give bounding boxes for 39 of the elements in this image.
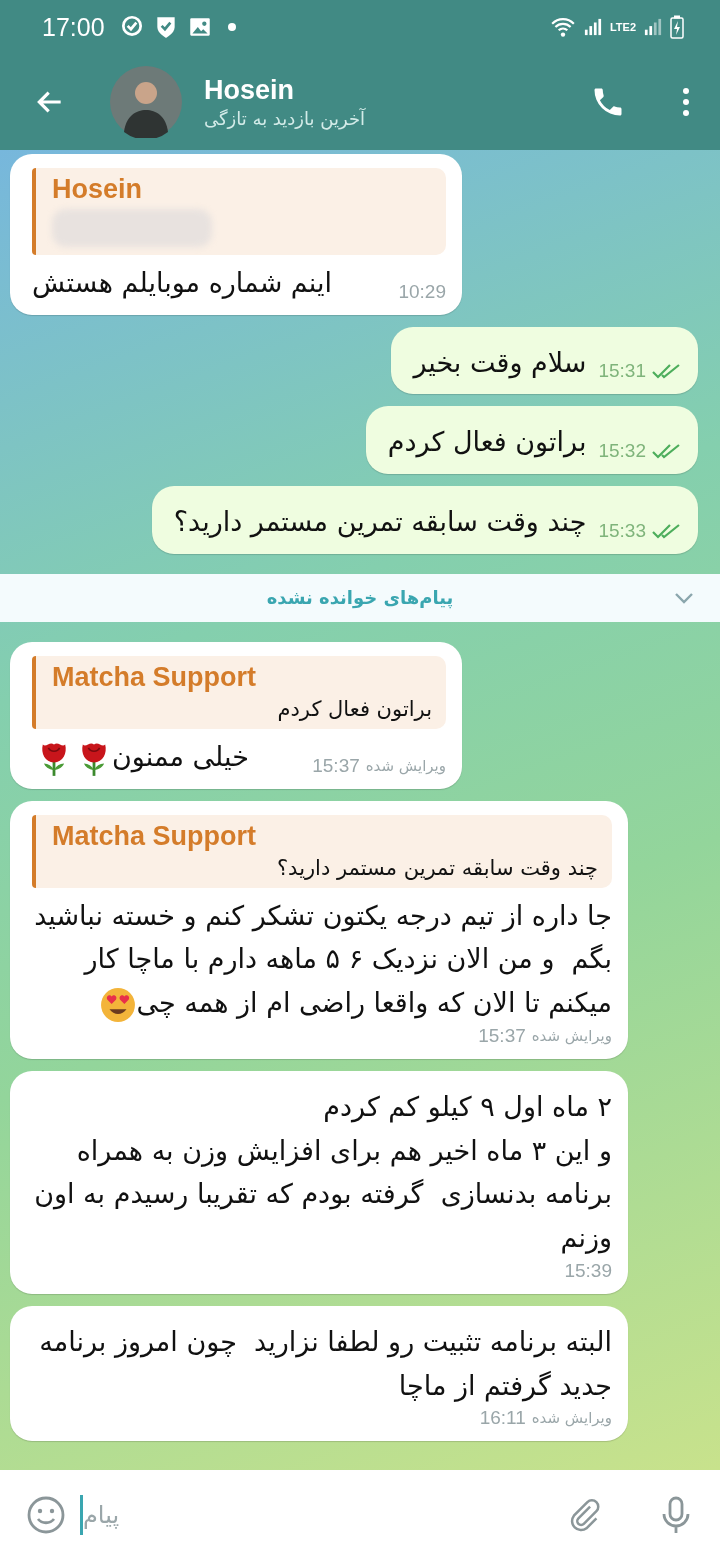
clock-time: 17:00 [42,12,105,42]
emoji-icon[interactable] [26,1495,66,1535]
message-time: 15:37 [312,754,360,777]
battery-icon [670,15,684,39]
signal-icon [583,18,602,36]
message-time: 15:37 [478,1024,526,1047]
last-seen-status: آخرین بازدید به تازگی [204,108,365,129]
edited-label: ویرایش شده [531,1409,612,1428]
reply-author: Hosein [52,174,144,205]
edited-label: ویرایش شده [365,756,446,775]
message-time: 15:31 [598,360,646,383]
message-text: چند وقت سابقه تمرین مستمر دارید؟ [173,505,587,540]
avatar[interactable] [110,66,182,138]
chevron-icon[interactable] [674,591,694,604]
message-text: خیلی ممنون [32,734,249,779]
reply-text: چند وقت سابقه تمرین مستمر دارید؟ [275,855,598,880]
heart-eyes-icon [100,985,137,1024]
message-text: ۲ ماه اول ۹ کیلو کم کردم و این ۳ ماه اخیر هم برای افزایش وزن به همراه برنامه بدنسازی گرفته بودم که تقریبا رسیدم به اون وزنم [33,1089,612,1256]
network-label: LTE2 [609,21,636,33]
unread-label: پیام‌های خوانده نشده [266,587,454,609]
message-time: 15:32 [598,440,646,463]
message-text: جا داره از تیم درجه یکتون تشکر کنم و خسته نباشید بگم و من الان نزدیک ۶ ۵ ماهه دارم با ماچا کار میکنم تا الان که واقعا راضی ام از همه چی [32,893,612,1025]
dot-icon [226,22,237,32]
message-time: 15:39 [564,1259,612,1282]
message-text: براتون فعال کردم [387,425,587,460]
message-text: سلام وقت بخیر [413,345,587,381]
contact-name: Hosein [204,75,295,106]
signal-icon [644,18,662,36]
edited-label: ویرایش شده [531,1026,612,1045]
message-text: البته برنامه تثبیت رو لطفا نزارید چون امروز برنامه جدید گرفتم از ماچا [38,1324,612,1404]
message-time: 16:11 [479,1407,526,1430]
reply-author: Matcha Support [52,661,257,693]
message-text: اینم شماره موبایلم هستش [32,266,332,301]
message-time: 10:29 [398,280,446,303]
menu-icon[interactable] [682,87,690,117]
message-input[interactable]: پیام [83,1501,143,1529]
reply-author: Matcha Support [52,820,257,852]
message-time: 15:33 [598,519,646,542]
reply-text: براتون فعال کردم [276,696,432,721]
